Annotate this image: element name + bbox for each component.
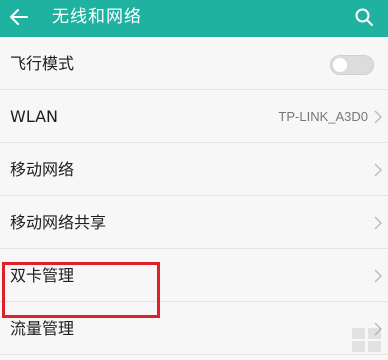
wlan-label: WLAN: [10, 107, 59, 126]
watermark-logo: [352, 328, 381, 352]
app-header: 无线和网络: [0, 0, 388, 37]
chevron-right-icon: [374, 216, 382, 230]
search-icon: [355, 8, 373, 26]
chevron-right-icon: [374, 110, 382, 124]
chevron-right-icon: [374, 269, 382, 283]
page-title: 无线和网络: [52, 7, 142, 27]
mobile-network-row[interactable]: 移动网络: [0, 143, 388, 196]
tethering-row[interactable]: 移动网络共享: [0, 196, 388, 249]
back-arrow-icon: [10, 9, 28, 25]
back-button[interactable]: [4, 2, 34, 32]
tethering-label: 移动网络共享: [10, 213, 107, 232]
mobile-network-label: 移动网络: [10, 160, 75, 179]
toggle-knob: [333, 58, 347, 72]
airplane-mode-label: 飞行模式: [10, 54, 75, 73]
airplane-mode-toggle[interactable]: [330, 55, 374, 75]
wlan-row[interactable]: WLAN TP-LINK_A3D0: [0, 90, 388, 143]
airplane-mode-row[interactable]: 飞行模式: [0, 37, 388, 90]
chevron-right-icon: [374, 163, 382, 177]
wlan-network-name: TP-LINK_A3D0: [278, 109, 368, 124]
highlight-box: [2, 262, 160, 318]
search-button[interactable]: [350, 3, 378, 31]
